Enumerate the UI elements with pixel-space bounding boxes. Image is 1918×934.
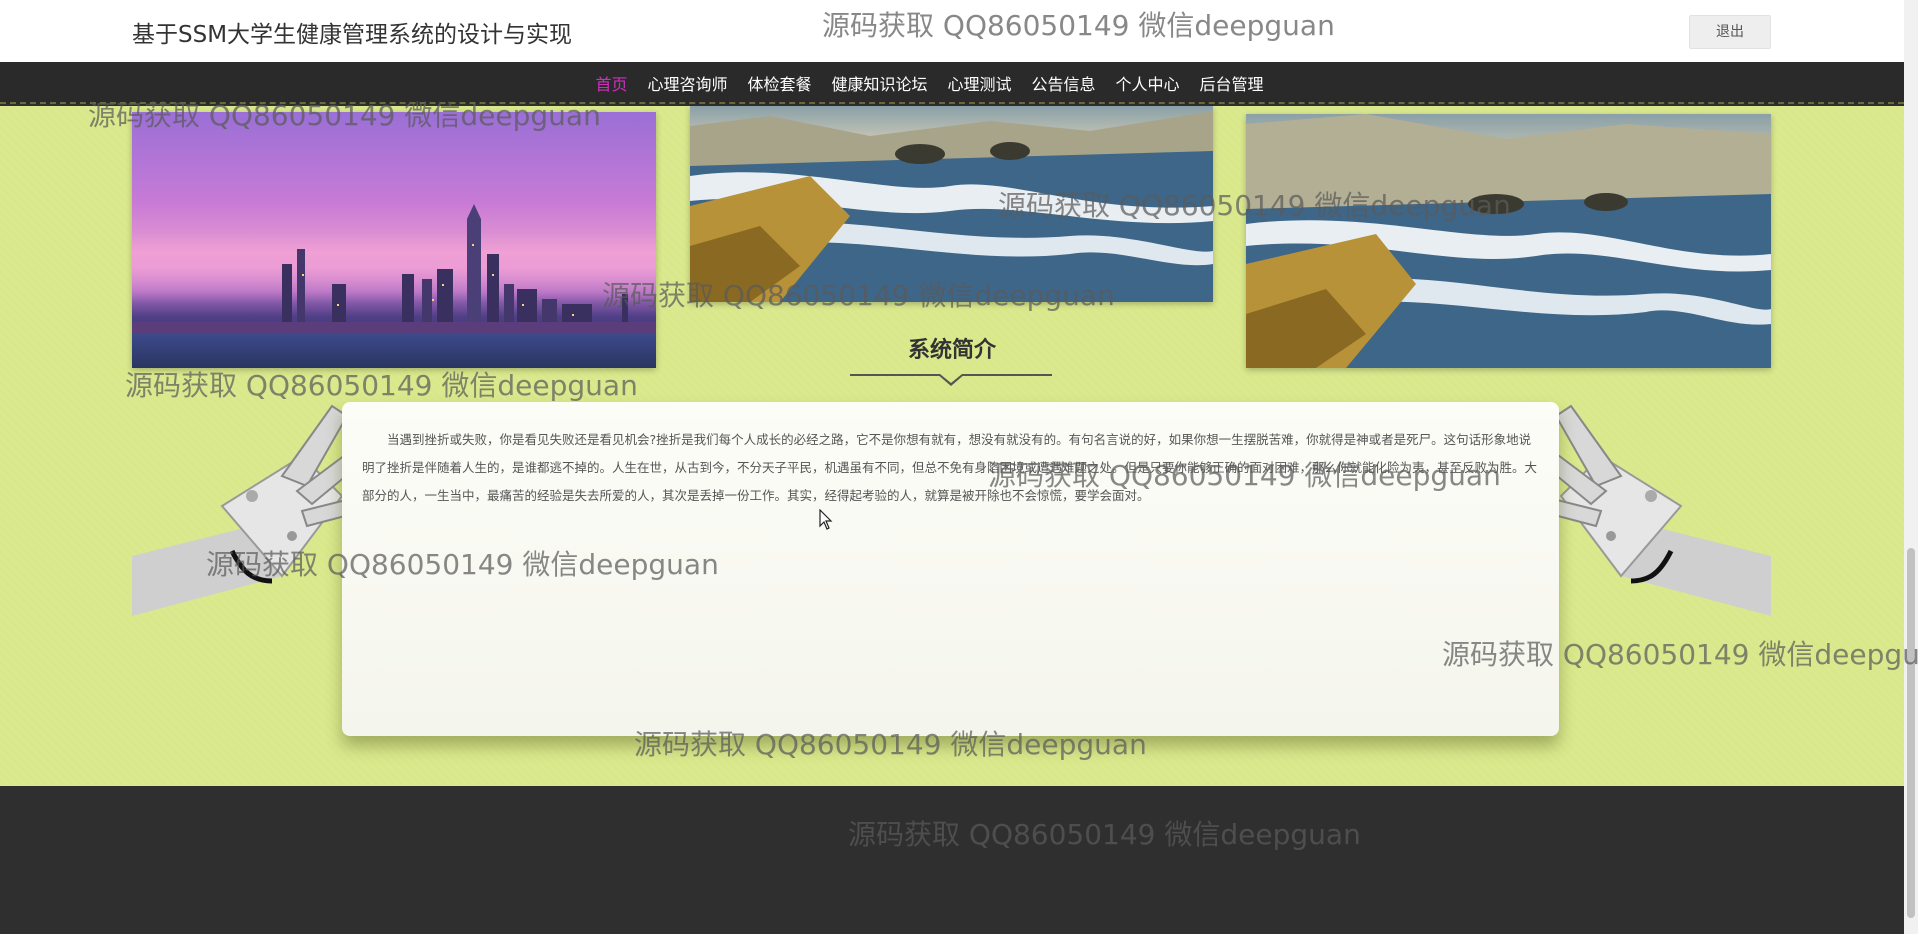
intro-text: 当遇到挫折或失败，你是看见失败还是看见机会?挫折是我们每个人成长的必经之路，它不… <box>362 432 1538 503</box>
site-title: 基于SSM大学生健康管理系统的设计与实现 <box>132 22 573 48</box>
carousel-image-coast-1[interactable] <box>690 106 1213 302</box>
robot-hand-left-image <box>132 404 366 616</box>
title-divider-arrow-inner <box>940 374 962 383</box>
mouse-pointer-icon <box>819 509 833 530</box>
nav-item-counselor[interactable]: 心理咨询师 <box>647 71 727 95</box>
city-skyline-image <box>132 204 656 334</box>
nav-item-health-forum[interactable]: 健康知识论坛 <box>831 71 927 95</box>
intro-card: 当遇到挫折或失败，你是看见失败还是看见机会?挫折是我们每个人成长的必经之路，它不… <box>342 402 1559 736</box>
coast-landscape-image <box>690 111 1213 302</box>
main-navbar: 首页 心理咨询师 体检套餐 健康知识论坛 心理测试 公告信息 个人中心 后台管理 <box>0 62 1904 104</box>
robot-hand-right-image <box>1537 404 1771 616</box>
nav-list: 首页 心理咨询师 体检套餐 健康知识论坛 心理测试 公告信息 个人中心 后台管理 <box>0 62 1904 104</box>
coast-landscape-image <box>1246 114 1771 368</box>
nav-item-admin[interactable]: 后台管理 <box>1200 71 1264 95</box>
page-footer <box>0 786 1904 934</box>
top-header: 基于SSM大学生健康管理系统的设计与实现 退出 <box>0 0 1904 62</box>
nav-item-checkup-package[interactable]: 体检套餐 <box>747 71 811 95</box>
nav-item-personal-center[interactable]: 个人中心 <box>1116 71 1180 95</box>
nav-item-home[interactable]: 首页 <box>595 71 627 95</box>
intro-section-title: 系统简介 <box>907 338 996 363</box>
city-water <box>132 334 656 368</box>
nav-item-psych-test[interactable]: 心理测试 <box>948 71 1012 95</box>
nav-item-announcements[interactable]: 公告信息 <box>1032 71 1096 95</box>
carousel-image-city[interactable] <box>132 112 656 368</box>
logout-button[interactable]: 退出 <box>1689 15 1771 49</box>
main-content: 系统简介 当遇到挫折或失败，你是看见失败还是看见机会?挫折是我们每个人成长的必经… <box>0 106 1904 786</box>
carousel-image-coast-2[interactable] <box>1246 114 1771 368</box>
scrollbar-thumb[interactable] <box>1907 548 1915 918</box>
